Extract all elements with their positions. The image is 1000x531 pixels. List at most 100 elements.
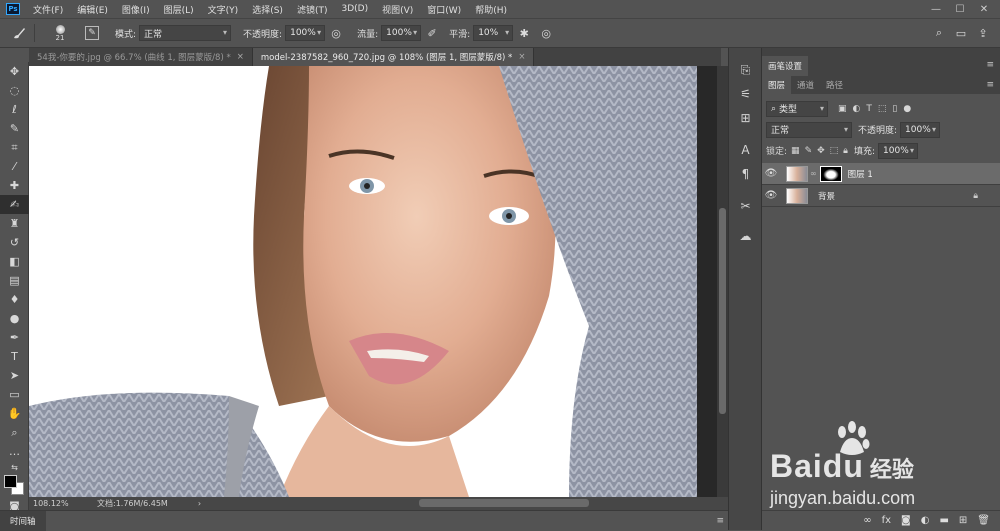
tab-document-2[interactable]: model-2387582_960_720.jpg @ 108% (图层 1, … [252,48,535,66]
character-panel-icon[interactable]: A [729,138,762,162]
smoothing-input[interactable]: 10% ▾ [473,25,514,41]
swap-colors-icon[interactable]: ⇆ [0,461,29,473]
filter-adjustment-icon[interactable]: ◐ [853,104,861,114]
vertical-scrollbar[interactable] [717,66,728,497]
filter-type-icon[interactable]: T [866,104,872,114]
close-icon[interactable]: × [518,52,525,62]
filter-toggle-icon[interactable]: ● [903,104,911,114]
move-tool-icon[interactable]: ✥ [0,62,29,81]
more-tools-icon[interactable]: … [0,442,29,461]
search-icon[interactable]: ⌕ [930,24,948,42]
color-swatches[interactable] [0,473,29,497]
clone-stamp-tool-icon[interactable]: ♜ [0,214,29,233]
filter-smart-object-icon[interactable]: ▯ [892,104,897,114]
brush-settings-tab[interactable]: 画笔设置 [762,56,809,76]
healing-brush-tool-icon[interactable]: ✚ [0,176,29,195]
pen-tool-icon[interactable]: ✒ [0,328,29,347]
layer-row-layer1[interactable]: 👁︎ ∞ 图层 1 [762,163,1000,185]
brush-preset-picker[interactable]: 21 [47,20,73,46]
menu-3d[interactable]: 3D(D) [334,4,375,14]
paragraph-panel-icon[interactable]: ¶ [729,162,762,186]
foreground-color-swatch[interactable] [4,475,17,488]
eye-icon[interactable]: 👁︎ [762,190,780,201]
layer-opacity-value: 100% [905,124,931,135]
zoom-tool-icon[interactable]: ⌕ [0,423,29,442]
menu-image[interactable]: 图像(I) [115,3,157,16]
menu-file[interactable]: 文件(F) [26,3,70,16]
panel-menu-icon[interactable]: ≡ [716,516,724,526]
close-window-button[interactable]: ✕ [970,0,998,18]
layer-row-background[interactable]: 👁︎ 背景 🔒︎ [762,185,1000,207]
eye-icon[interactable]: 👁︎ [762,168,780,179]
tab-channels[interactable]: 通道 [791,76,820,94]
brush-panel-toggle-icon[interactable]: ✎ [85,26,99,40]
lock-all-icon[interactable]: 🔒︎ [843,146,848,156]
lock-artboard-icon[interactable]: ⬚ [830,146,839,156]
menu-type[interactable]: 文字(Y) [201,3,246,16]
share-icon[interactable]: ⇪ [974,24,992,42]
gradient-tool-icon[interactable]: ▤ [0,271,29,290]
close-icon[interactable]: × [237,52,244,62]
layer-thumbnail [786,187,808,204]
crop-tool-icon[interactable]: ⌗ [0,138,29,157]
lock-pixels-icon[interactable]: ✎ [805,146,813,156]
menu-edit[interactable]: 编辑(E) [70,3,115,16]
dodge-tool-icon[interactable]: ● [0,309,29,328]
layer-opacity-input[interactable]: 100% ▾ [900,121,941,138]
layer-name: 背景 [818,191,836,202]
flow-input[interactable]: 100% ▾ [381,25,422,41]
mode-select[interactable]: 正常 ▾ [139,25,232,41]
menu-window[interactable]: 窗口(W) [420,3,468,16]
blend-mode-select[interactable]: 正常 ▾ [766,121,852,138]
status-menu-arrow[interactable]: › [198,499,201,508]
link-icon[interactable]: ∞ [810,169,817,178]
filter-pixel-icon[interactable]: ▣ [838,104,847,114]
adjustments-panel-icon[interactable]: ⚟ [729,82,762,106]
menu-select[interactable]: 选择(S) [245,3,290,16]
brush-tool-icon[interactable]: ✍ [0,195,29,214]
workspace-icon[interactable]: ▭ [952,24,970,42]
menu-layer[interactable]: 图层(L) [157,3,201,16]
rectangle-tool-icon[interactable]: ▭ [0,385,29,404]
symmetry-icon[interactable]: ◎ [537,24,555,42]
path-select-tool-icon[interactable]: ➤ [0,366,29,385]
airbrush-icon[interactable]: ✐ [423,24,441,42]
tab-layers[interactable]: 图层 [762,76,792,94]
layer-mask-thumbnail[interactable] [819,165,842,182]
gear-icon[interactable]: ✱ [515,24,533,42]
libraries-panel-icon[interactable]: ☁ [729,224,762,248]
document-image[interactable] [29,66,717,497]
lasso-tool-icon[interactable]: ℓ [0,100,29,119]
history-brush-tool-icon[interactable]: ↺ [0,233,29,252]
filter-kind-select[interactable]: ⌕ 类型 ▾ [766,100,828,117]
scroll-thumb[interactable] [719,208,726,414]
menu-filter[interactable]: 滤镜(T) [290,3,335,16]
tab-document-1[interactable]: 54我-你要的.jpg @ 66.7% (曲线 1, 图层蒙版/8) * × [29,48,253,66]
lock-position-icon[interactable]: ✥ [817,146,825,156]
quick-select-tool-icon[interactable]: ✎ [0,119,29,138]
tools-panel-icon[interactable]: ✂ [729,194,762,218]
blur-tool-icon[interactable]: ♦ [0,290,29,309]
horizontal-scroll-thumb[interactable] [419,499,589,507]
tab-paths[interactable]: 路径 [820,76,849,94]
zoom-level[interactable]: 108.12% [33,499,89,508]
marquee-tool-icon[interactable]: ◌ [0,81,29,100]
lock-transparent-icon[interactable]: ▦ [791,146,800,156]
properties-panel-icon[interactable]: ⊞ [729,106,762,130]
panel-menu-icon[interactable]: ≡ [986,80,994,90]
hand-tool-icon[interactable]: ✋ [0,404,29,423]
canvas-area[interactable] [29,66,717,497]
type-tool-icon[interactable]: T [0,347,29,366]
eyedropper-tool-icon[interactable]: ⁄ [0,157,29,176]
fill-input[interactable]: 100% ▾ [878,142,919,159]
menu-view[interactable]: 视图(V) [375,3,420,16]
eraser-tool-icon[interactable]: ◧ [0,252,29,271]
menu-help[interactable]: 帮助(H) [468,3,514,16]
opacity-input[interactable]: 100% ▾ [285,25,326,41]
pressure-opacity-icon[interactable]: ◎ [327,24,345,42]
brush-tool-icon[interactable] [10,24,28,42]
panel-menu-icon[interactable]: ≡ [986,60,994,70]
history-panel-icon[interactable]: ⎘ [729,58,762,82]
timeline-tab[interactable]: 时间轴 [0,510,46,531]
filter-shape-icon[interactable]: ⬚ [878,104,887,114]
